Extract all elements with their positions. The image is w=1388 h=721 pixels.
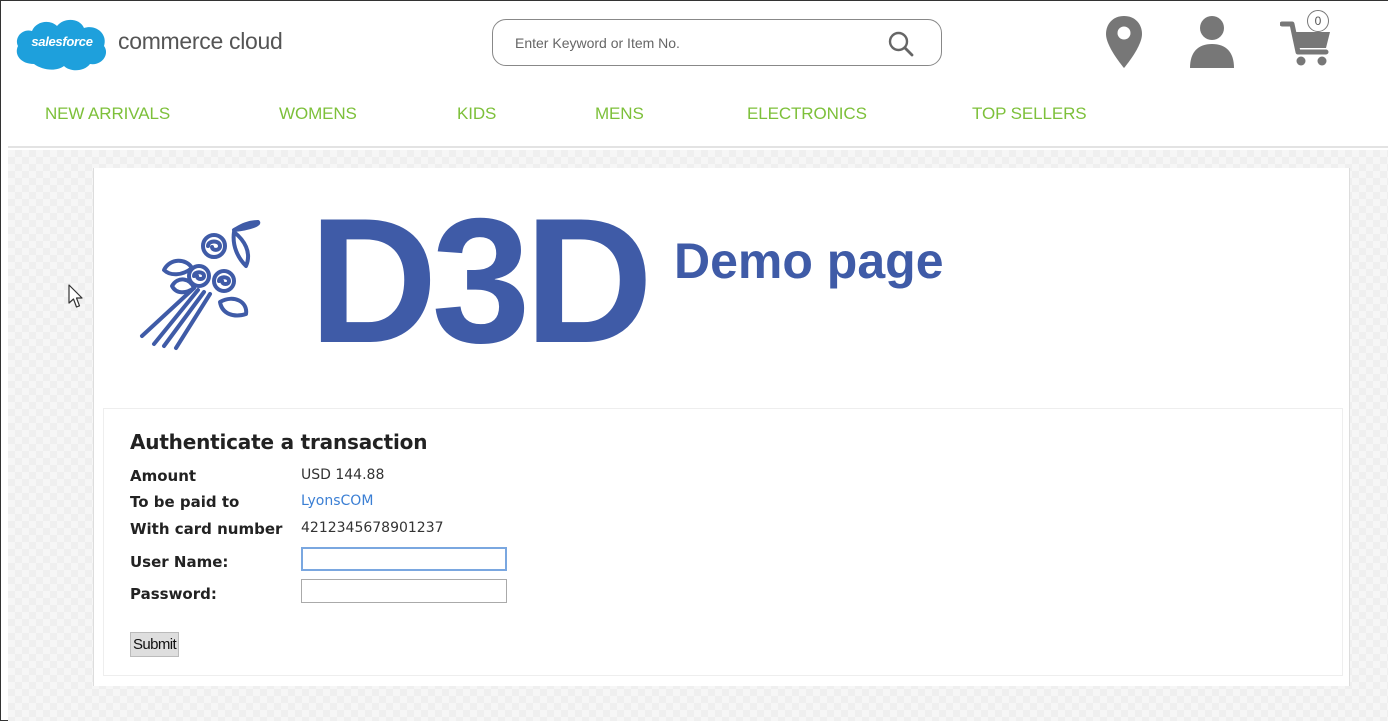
logo-wordmark: commerce cloud	[118, 28, 283, 54]
demo-page-title: Demo page	[674, 233, 944, 289]
amount-label: Amount	[130, 467, 197, 485]
bouquet-icon	[140, 220, 261, 350]
logo-cloud-text: salesforce	[31, 34, 93, 49]
user-icon[interactable]	[1188, 14, 1236, 70]
site-header: salesforce commerce cloud 0 NEW ARRIVALS…	[8, 6, 1388, 148]
cart-count-badge: 0	[1307, 10, 1329, 32]
d3d-banner: D3D Demo page	[134, 192, 1034, 370]
username-label: User Name:	[130, 553, 229, 571]
card-label: With card number	[130, 520, 283, 538]
nav-electronics[interactable]: ELECTRONICS	[747, 104, 867, 124]
salesforce-logo[interactable]: salesforce commerce cloud	[12, 14, 312, 74]
nav-new-arrivals[interactable]: NEW ARRIVALS	[45, 104, 170, 124]
nav-womens[interactable]: WOMENS	[279, 104, 357, 124]
search-icon[interactable]	[887, 30, 915, 58]
payee-link[interactable]: LyonsCOM	[301, 493, 373, 509]
nav-kids[interactable]: KIDS	[457, 104, 496, 124]
password-input[interactable]	[301, 579, 507, 603]
payee-label: To be paid to	[130, 493, 240, 511]
nav-mens[interactable]: MENS	[595, 104, 644, 124]
search-bar	[492, 19, 942, 66]
d3d-logo-text: D3D	[309, 181, 653, 380]
location-pin-icon[interactable]	[1104, 14, 1144, 70]
nav-top-sellers[interactable]: TOP SELLERS	[972, 104, 1087, 124]
submit-button[interactable]: Submit	[130, 632, 180, 657]
username-input[interactable]	[301, 547, 507, 571]
password-label: Password:	[130, 585, 217, 603]
amount-value: USD 144.88	[301, 467, 385, 483]
card-number-value: 4212345678901237	[301, 520, 444, 536]
auth-form: Authenticate a transaction Amount USD 14…	[103, 408, 1343, 676]
search-input[interactable]	[515, 30, 855, 56]
content-panel: D3D Demo page Authenticate a transaction…	[93, 168, 1350, 686]
auth-title: Authenticate a transaction	[130, 430, 428, 454]
mouse-cursor-icon	[68, 284, 83, 308]
